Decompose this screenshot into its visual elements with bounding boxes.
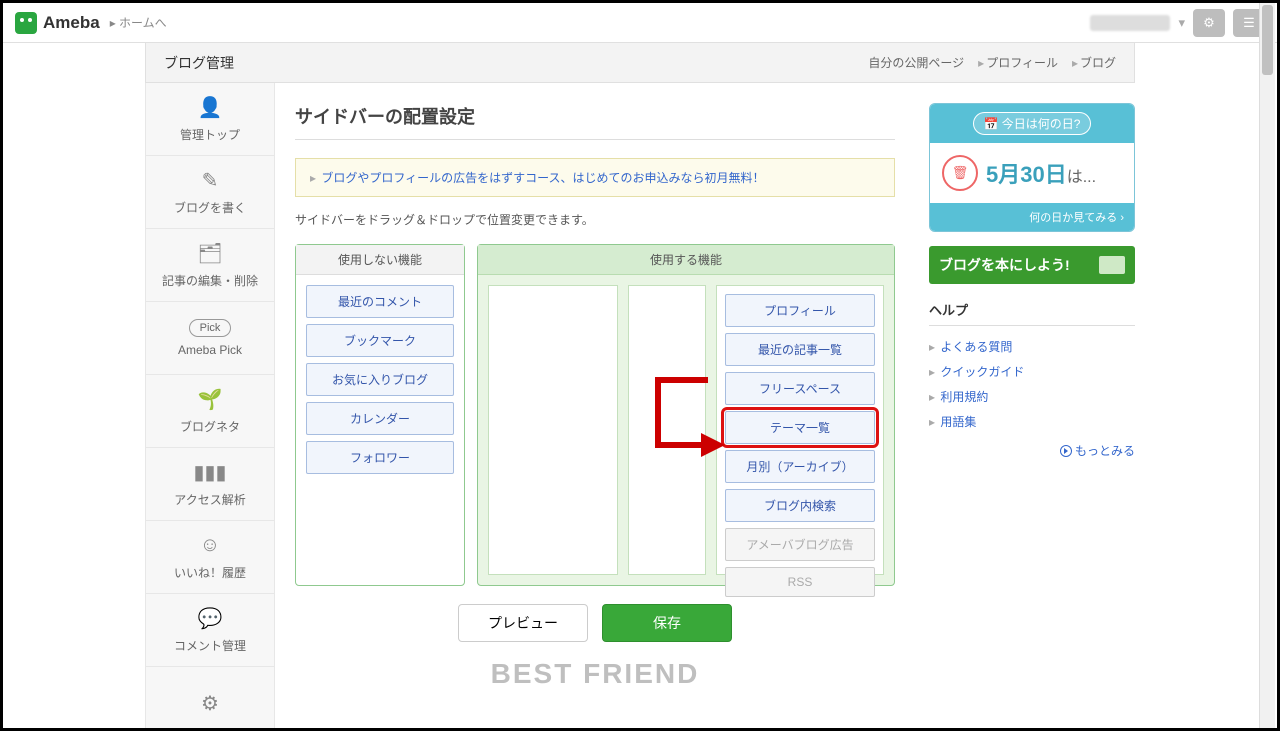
logo-icon <box>15 12 37 34</box>
page-description: サイドバーをドラッグ＆ドロップで位置変更できます。 <box>295 211 895 228</box>
used-widget[interactable]: フリースペース <box>725 372 875 405</box>
used-widget[interactable]: ブログ内検索 <box>725 489 875 522</box>
breadcrumb-profile[interactable]: ▸プロフィール <box>978 54 1058 71</box>
page-title: サイドバーの配置設定 <box>295 103 895 140</box>
folder-icon: 🗂 <box>198 242 222 266</box>
help-link[interactable]: よくある質問 <box>940 340 1012 354</box>
help-link-item: ▸ 用語集 <box>929 409 1135 434</box>
panel-used-header: 使用する機能 <box>478 245 894 275</box>
help-link-item: ▸ クイックガイド <box>929 359 1135 384</box>
help-link[interactable]: 用語集 <box>940 415 976 429</box>
unused-widget[interactable]: カレンダー <box>306 402 454 435</box>
down-caret-icon[interactable]: ▾ <box>1178 15 1185 31</box>
today-more-link[interactable]: 何の日か見てみる › <box>930 203 1134 231</box>
used-column-2[interactable] <box>628 285 706 575</box>
sidenav: 👤管理トップ ✎ブログを書く 🗂記事の編集・削除 PickAmeba Pick … <box>145 83 275 731</box>
gear-icon[interactable]: ⚙ <box>1193 9 1225 37</box>
smile-icon: ☺ <box>198 534 222 558</box>
unused-widget[interactable]: お気に入りブログ <box>306 363 454 396</box>
home-link[interactable]: ▸ ホームへ <box>110 14 167 31</box>
used-widget: アメーバブログ広告 <box>725 528 875 561</box>
nav-ameba-pick[interactable]: PickAmeba Pick <box>146 302 274 375</box>
unused-widget[interactable]: フォロワー <box>306 441 454 474</box>
used-widget[interactable]: 最近の記事一覧 <box>725 333 875 366</box>
pick-badge: Pick <box>189 319 232 337</box>
nav-admin-top[interactable]: 👤管理トップ <box>146 83 274 156</box>
pencil-icon: ✎ <box>198 169 222 193</box>
help-link[interactable]: 利用規約 <box>940 390 988 404</box>
brand-name: Ameba <box>43 13 100 33</box>
used-column-3[interactable]: プロフィール最近の記事一覧フリースペーステーマ一覧月別（アーカイブ） ブログ内検索… <box>716 285 884 575</box>
layout-editor: 使用しない機能 最近のコメントブックマークお気に入りブログカレンダーフォロワー … <box>295 244 895 586</box>
panel-unused-header: 使用しない機能 <box>296 245 464 275</box>
help-link[interactable]: クイックガイド <box>940 365 1024 379</box>
page-section-title: ブログ管理 <box>164 53 234 73</box>
trash-icon: 🗑 <box>942 155 978 191</box>
today-card[interactable]: 📅 今日は何の日? 🗑 5月30日は... 何の日か見てみる › <box>929 103 1135 232</box>
help-link-item: ▸ 利用規約 <box>929 384 1135 409</box>
help-more-link[interactable]: もっとみる <box>1060 444 1135 458</box>
breadcrumb-mypage[interactable]: 自分の公開ページ <box>868 54 964 71</box>
used-widget[interactable]: 月別（アーカイブ） <box>725 450 875 483</box>
date-main: 5月30日 <box>986 162 1067 187</box>
unused-widget[interactable]: 最近のコメント <box>306 285 454 318</box>
nav-blog-neta[interactable]: 🌱ブログネタ <box>146 375 274 448</box>
username-masked <box>1090 15 1170 31</box>
brand-logo[interactable]: Ameba <box>15 12 100 34</box>
help-title: ヘルプ <box>929 300 1135 326</box>
sprout-icon: 🌱 <box>198 388 222 412</box>
nav-edit-posts[interactable]: 🗂記事の編集・削除 <box>146 229 274 302</box>
right-column: 📅 今日は何の日? 🗑 5月30日は... 何の日か見てみる › ブログを本にし… <box>915 83 1135 731</box>
nav-comment-manage[interactable]: 💬コメント管理 <box>146 594 274 667</box>
promo-box: ▸ ブログやプロフィールの広告をはずすコース、はじめてのお申込みなら初月無料！ <box>295 158 895 197</box>
nav-like-history[interactable]: ☺いいね！履歴 <box>146 521 274 594</box>
watermark-text: BEST FRIEND <box>295 658 895 690</box>
bar-chart-icon: ▮▮▮ <box>198 461 222 485</box>
preview-button[interactable]: プレビュー <box>458 604 588 642</box>
save-button[interactable]: 保存 <box>602 604 732 642</box>
used-widget[interactable]: プロフィール <box>725 294 875 327</box>
vertical-scrollbar[interactable] <box>1259 3 1275 728</box>
main-content: サイドバーの配置設定 ▸ ブログやプロフィールの広告をはずすコース、はじめてのお… <box>275 83 915 731</box>
unused-widget[interactable]: ブックマーク <box>306 324 454 357</box>
today-label: 今日は何の日? <box>1002 117 1081 131</box>
help-link-item: ▸ よくある質問 <box>929 334 1135 359</box>
used-widget: RSS <box>725 567 875 597</box>
breadcrumb-blog[interactable]: ▸ブログ <box>1072 54 1116 71</box>
nav-settings[interactable]: ⚙ <box>146 667 274 731</box>
used-column-1[interactable] <box>488 285 618 575</box>
book-banner[interactable]: ブログを本にしよう! <box>929 246 1135 284</box>
titlebar: ブログ管理 自分の公開ページ ▸プロフィール ▸ブログ <box>145 43 1135 83</box>
person-icon: 👤 <box>198 96 222 120</box>
comment-icon: 💬 <box>198 607 222 631</box>
panel-used: 使用する機能 プロフィール最近の記事一覧フリースペーステーマ一覧月別（アーカイブ… <box>477 244 895 586</box>
promo-link[interactable]: ブログやプロフィールの広告をはずすコース、はじめてのお申込みなら初月無料！ <box>321 171 764 185</box>
nav-access-analytics[interactable]: ▮▮▮アクセス解析 <box>146 448 274 521</box>
gear-icon: ⚙ <box>198 691 222 715</box>
used-widget[interactable]: テーマ一覧 <box>725 411 875 444</box>
topbar: Ameba ▸ ホームへ ▾ ⚙ ☰ <box>3 3 1277 43</box>
book-icon <box>1099 256 1125 274</box>
panel-unused: 使用しない機能 最近のコメントブックマークお気に入りブログカレンダーフォロワー <box>295 244 465 586</box>
nav-write-blog[interactable]: ✎ブログを書く <box>146 156 274 229</box>
scroll-thumb[interactable] <box>1262 5 1273 75</box>
breadcrumb: 自分の公開ページ ▸プロフィール ▸ブログ <box>868 54 1116 71</box>
date-suffix: は... <box>1067 169 1096 186</box>
